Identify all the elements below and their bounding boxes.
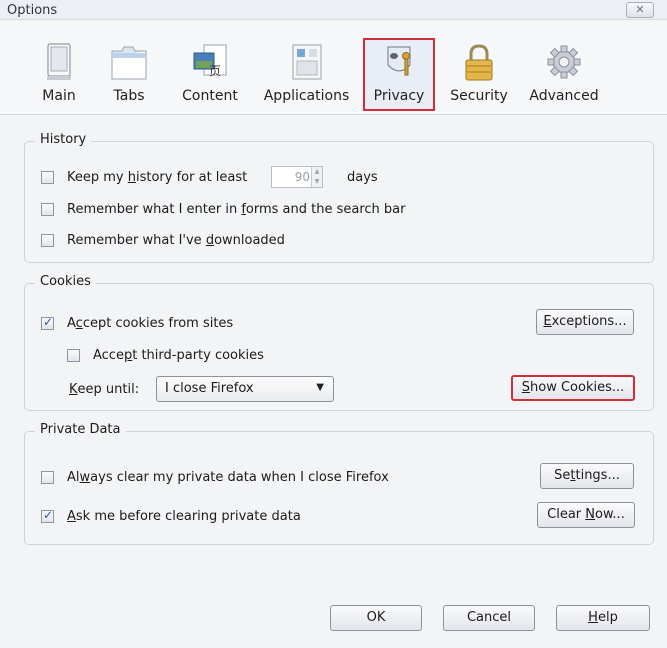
private-data-group: Private Data Always clear my private dat… [24, 422, 654, 545]
remember-forms-label: Remember what I enter in forms and the s… [67, 202, 406, 217]
help-button[interactable]: Help [556, 605, 650, 631]
accept-cookies-label: Accept cookies from sites [67, 316, 234, 331]
tab-content[interactable]: 页 Content [178, 39, 242, 110]
cancel-button[interactable]: Cancel [443, 605, 535, 631]
ask-before-clearing-row: Ask me before clearing private data [41, 508, 301, 524]
tab-applications[interactable]: Applications [260, 39, 353, 110]
always-clear-label: Always clear my private data when I clos… [67, 470, 389, 485]
tab-main[interactable]: Main [30, 39, 88, 110]
keep-until-value: I close Firefox [165, 381, 254, 396]
third-party-checkbox[interactable] [67, 349, 80, 362]
keep-history-checkbox[interactable] [41, 171, 54, 184]
window-title: Options [7, 3, 58, 18]
ask-before-clearing-label: Ask me before clearing private data [67, 509, 301, 524]
accept-cookies-row: Accept cookies from sites [41, 315, 234, 331]
options-toolbar: Main Tabs 页 Content Applications Privacy… [0, 21, 667, 115]
tab-privacy-label: Privacy [373, 88, 425, 104]
tab-applications-label: Applications [263, 88, 350, 104]
title-bar: Options ✕ [0, 0, 667, 20]
remember-downloads-label: Remember what I've downloaded [67, 233, 285, 248]
close-button[interactable]: ✕ [626, 2, 654, 18]
clear-now-button[interactable]: Clear Now... [537, 502, 635, 528]
svg-text:页: 页 [209, 64, 221, 78]
gear-icon [547, 45, 581, 79]
keep-history-label: Keep my history for at least [67, 170, 248, 185]
content-icon: 页 [193, 44, 227, 78]
main-window-icon [47, 43, 71, 80]
exceptions-button[interactable]: Exceptions... [536, 309, 634, 335]
history-days-value: 90 [294, 170, 310, 184]
accept-cookies-checkbox[interactable] [41, 315, 54, 330]
history-days-unit: days [347, 170, 378, 185]
keep-until-select[interactable]: I close Firefox ▼ [156, 376, 334, 402]
keep-history-row: Keep my history for at least [41, 170, 247, 185]
tab-advanced[interactable]: Advanced [526, 39, 602, 110]
always-clear-checkbox[interactable] [41, 471, 54, 484]
tab-security[interactable]: Security [446, 39, 512, 110]
tab-security-label: Security [450, 88, 508, 104]
show-cookies-button[interactable]: Show Cookies... [511, 375, 635, 401]
remember-downloads-row: Remember what I've downloaded [41, 233, 285, 248]
lock-icon [465, 44, 493, 81]
always-clear-row: Always clear my private data when I clos… [41, 470, 389, 485]
cookies-group-title: Cookies [35, 274, 96, 289]
applications-icon [292, 44, 321, 80]
tab-main-label: Main [42, 88, 76, 104]
history-days-spinner[interactable]: 90 ▲ ▼ [271, 166, 323, 188]
tab-tabs-label: Tabs [113, 88, 145, 104]
tab-tabs[interactable]: Tabs [103, 39, 155, 110]
tab-content-label: Content [182, 88, 238, 104]
tab-advanced-label: Advanced [529, 88, 599, 104]
ask-before-clearing-checkbox[interactable] [41, 508, 54, 523]
private-data-group-title: Private Data [35, 422, 126, 437]
remember-downloads-checkbox[interactable] [41, 234, 54, 247]
close-icon: ✕ [635, 3, 645, 16]
tabs-icon [111, 46, 147, 80]
history-group: History Keep my history for at least 90 … [24, 132, 654, 263]
spinner-arrows-icon[interactable]: ▲ ▼ [311, 167, 322, 187]
remember-forms-row: Remember what I enter in forms and the s… [41, 202, 405, 217]
third-party-label: Accept third-party cookies [93, 348, 264, 363]
tab-privacy[interactable]: Privacy [363, 38, 435, 111]
chevron-down-icon: ▼ [316, 382, 324, 393]
ok-button[interactable]: OK [330, 605, 422, 631]
options-dialog: Options ✕ Main Tabs 页 Content Applicatio… [0, 0, 667, 648]
remember-forms-checkbox[interactable] [41, 203, 54, 216]
cookies-group: Cookies Accept cookies from sites Except… [24, 274, 654, 411]
third-party-row: Accept third-party cookies [67, 348, 264, 363]
settings-button[interactable]: Settings... [540, 463, 634, 489]
history-group-title: History [35, 132, 92, 147]
privacy-mask-icon [387, 46, 411, 76]
keep-until-label: Keep until: [69, 382, 140, 397]
